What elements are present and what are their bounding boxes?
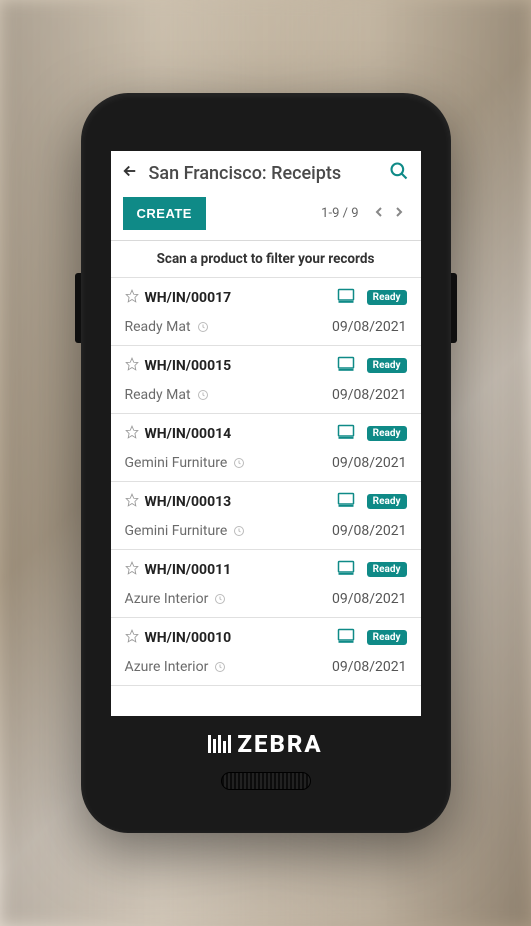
list-item[interactable]: WH/IN/00017 Ready Ready Mat 09/08/2021 (111, 278, 421, 346)
list-item[interactable]: WH/IN/00015 Ready Ready Mat 09/08/2021 (111, 346, 421, 414)
star-icon[interactable] (125, 492, 139, 511)
pager-count: 1-9 / 9 (321, 206, 358, 221)
clock-icon (197, 389, 209, 401)
page-title: San Francisco: Receipts (149, 163, 379, 184)
device-frame: San Francisco: Receipts CREATE 1-9 / 9 S… (81, 93, 451, 833)
zebra-logo-icon (208, 735, 231, 753)
pager-prev-icon[interactable] (369, 204, 389, 224)
record-date: 09/08/2021 (332, 387, 407, 403)
status-badge: Ready (367, 494, 407, 509)
record-ref: WH/IN/00014 (145, 426, 331, 442)
device-brand: ZEBRA (111, 730, 421, 758)
partner-name: Ready Mat (125, 319, 191, 335)
clock-icon (197, 321, 209, 333)
star-icon[interactable] (125, 424, 139, 443)
pager-next-icon[interactable] (389, 204, 409, 224)
clock-icon (233, 457, 245, 469)
star-icon[interactable] (125, 560, 139, 579)
status-badge: Ready (367, 358, 407, 373)
kanban-icon (337, 424, 355, 443)
record-date: 09/08/2021 (332, 523, 407, 539)
partner-name: Gemini Furniture (125, 455, 228, 471)
record-date: 09/08/2021 (332, 455, 407, 471)
clock-icon (214, 661, 226, 673)
scan-banner: Scan a product to filter your records (111, 241, 421, 278)
kanban-icon (337, 628, 355, 647)
partner-name: Azure Interior (125, 591, 209, 607)
list-item[interactable]: WH/IN/00014 Ready Gemini Furniture 09/08… (111, 414, 421, 482)
status-badge: Ready (367, 426, 407, 441)
back-arrow-icon[interactable] (121, 162, 139, 185)
list-item[interactable]: WH/IN/00010 Ready Azure Interior 09/08/2… (111, 618, 421, 686)
record-date: 09/08/2021 (332, 591, 407, 607)
status-badge: Ready (367, 290, 407, 305)
clock-icon (233, 525, 245, 537)
partner-name: Gemini Furniture (125, 523, 228, 539)
record-ref: WH/IN/00017 (145, 290, 331, 306)
app-screen: San Francisco: Receipts CREATE 1-9 / 9 S… (111, 151, 421, 716)
record-ref: WH/IN/00011 (145, 562, 331, 578)
star-icon[interactable] (125, 356, 139, 375)
kanban-icon (337, 492, 355, 511)
list-item[interactable]: WH/IN/00011 Ready Azure Interior 09/08/2… (111, 550, 421, 618)
toolbar: CREATE 1-9 / 9 (111, 193, 421, 241)
record-date: 09/08/2021 (332, 659, 407, 675)
star-icon[interactable] (125, 288, 139, 307)
record-date: 09/08/2021 (332, 319, 407, 335)
search-icon[interactable] (389, 161, 409, 185)
header: San Francisco: Receipts (111, 151, 421, 193)
kanban-icon (337, 560, 355, 579)
partner-name: Ready Mat (125, 387, 191, 403)
star-icon[interactable] (125, 628, 139, 647)
record-ref: WH/IN/00013 (145, 494, 331, 510)
list-item[interactable]: WH/IN/00013 Ready Gemini Furniture 09/08… (111, 482, 421, 550)
status-badge: Ready (367, 562, 407, 577)
status-badge: Ready (367, 630, 407, 645)
kanban-icon (337, 356, 355, 375)
device-speaker (221, 772, 311, 790)
record-ref: WH/IN/00015 (145, 358, 331, 374)
create-button[interactable]: CREATE (123, 197, 206, 230)
partner-name: Azure Interior (125, 659, 209, 675)
kanban-icon (337, 288, 355, 307)
record-ref: WH/IN/00010 (145, 630, 331, 646)
records-list: WH/IN/00017 Ready Ready Mat 09/08/2021 W… (111, 278, 421, 686)
clock-icon (214, 593, 226, 605)
brand-label: ZEBRA (237, 730, 322, 758)
